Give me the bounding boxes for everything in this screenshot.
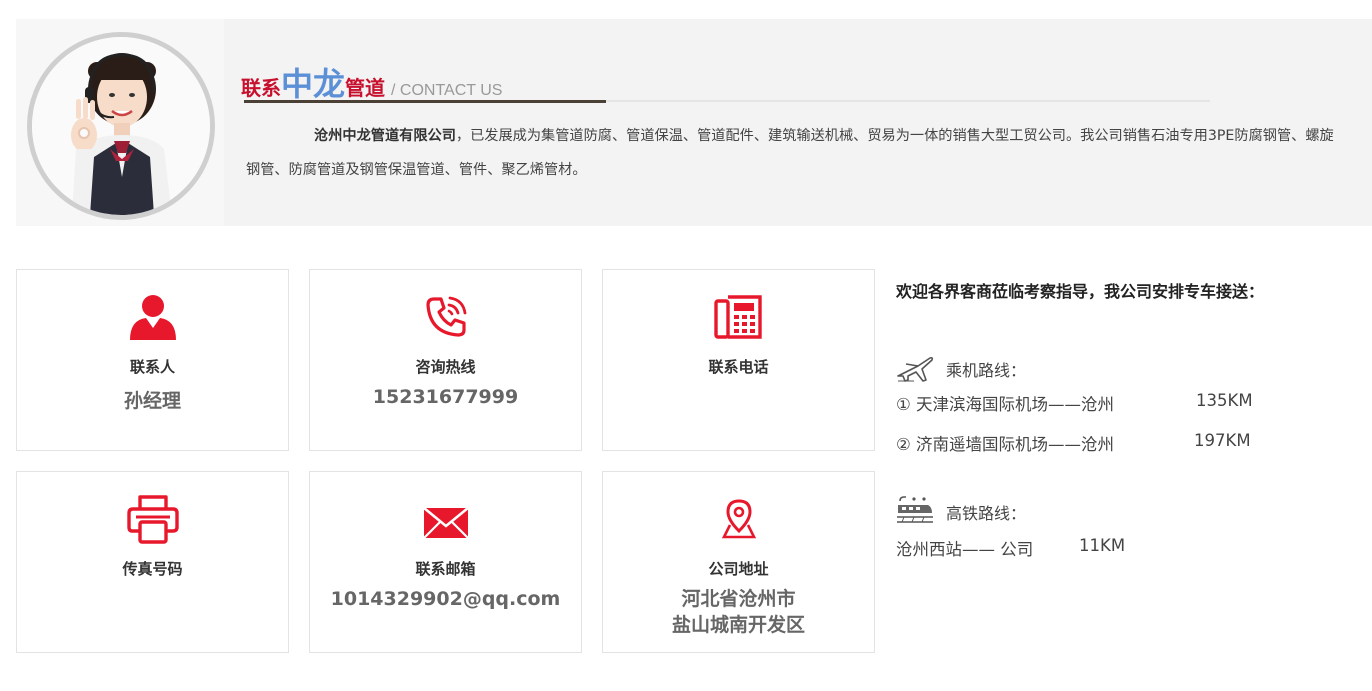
telephone-card: 联系电话	[602, 269, 875, 451]
train-route-1: 沧州西站—— 公司 11KM	[896, 536, 1125, 560]
desk-phone-icon	[603, 292, 874, 342]
fax-card: 传真号码	[16, 471, 289, 653]
train-icon	[896, 495, 946, 529]
train-route-1-distance: 11KM	[1079, 536, 1126, 555]
hotline-card: 咨询热线 15231677999	[309, 269, 582, 451]
plane-route-heading: 乘机路线：	[896, 352, 1026, 386]
train-route-heading: 高铁路线：	[896, 495, 1026, 529]
printer-icon	[17, 494, 288, 544]
address-line-1: 河北省沧州市	[681, 588, 796, 610]
mail-icon	[310, 494, 581, 544]
company-name: 沧州中龙管道有限公司	[314, 128, 456, 144]
address-card: 公司地址 河北省沧州市 盐山城南开发区	[602, 471, 875, 653]
plane-route-2-distance: 197KM	[1194, 431, 1251, 450]
email-address[interactable]: 1014329902@qq.com	[310, 588, 581, 610]
contact-person-card: 联系人 孙经理	[16, 269, 289, 451]
hotline-label: 咨询热线	[415, 358, 476, 376]
hotline-number[interactable]: 15231677999	[310, 386, 581, 408]
title-subtitle: / CONTACT US	[391, 82, 503, 99]
phone-call-icon	[310, 292, 581, 342]
person-icon	[17, 292, 288, 342]
section-title: 联系中龙管道 / CONTACT US	[241, 59, 503, 103]
company-intro: 沧州中龙管道有限公司，已发展成为集管道防腐、管道保温、管道配件、建筑输送机械、贸…	[246, 119, 1336, 187]
address-value: 河北省沧州市 盐山城南开发区	[603, 586, 874, 638]
train-route-1-text: 沧州西站—— 公司	[896, 540, 1034, 559]
title-part-contact: 联系	[241, 76, 281, 100]
train-route-title: 高铁路线：	[946, 504, 1027, 523]
fax-label: 传真号码	[122, 560, 183, 578]
title-divider-accent	[244, 100, 606, 103]
airplane-icon	[896, 352, 946, 386]
plane-route-2: ② 济南遥墙国际机场——沧州 197KM	[896, 431, 1251, 455]
location-pin-icon	[603, 494, 874, 544]
telephone-label: 联系电话	[708, 358, 769, 376]
title-part-brand: 中龙	[281, 65, 346, 103]
email-card: 联系邮箱 1014329902@qq.com	[309, 471, 582, 653]
plane-route-title: 乘机路线：	[946, 361, 1027, 380]
title-part-pipeline: 管道	[345, 76, 386, 100]
email-label: 联系邮箱	[415, 560, 476, 578]
plane-route-1-text: ① 天津滨海国际机场——沧州	[896, 395, 1115, 414]
plane-route-2-text: ② 济南遥墙国际机场——沧州	[896, 435, 1115, 454]
plane-route-1: ① 天津滨海国际机场——沧州 135KM	[896, 391, 1253, 415]
contact-person-value: 孙经理	[123, 390, 181, 412]
plane-route-1-distance: 135KM	[1196, 391, 1253, 410]
customer-service-avatar	[27, 32, 215, 220]
welcome-text: 欢迎各界客商莅临考察指导，我公司安排专车接送：	[896, 282, 1265, 301]
address-label: 公司地址	[708, 560, 769, 578]
contact-banner: 联系中龙管道 / CONTACT US 沧州中龙管道有限公司，已发展成为集管道防腐…	[16, 19, 1372, 226]
contact-person-label: 联系人	[129, 358, 175, 376]
address-line-2: 盐山城南开发区	[671, 614, 805, 636]
